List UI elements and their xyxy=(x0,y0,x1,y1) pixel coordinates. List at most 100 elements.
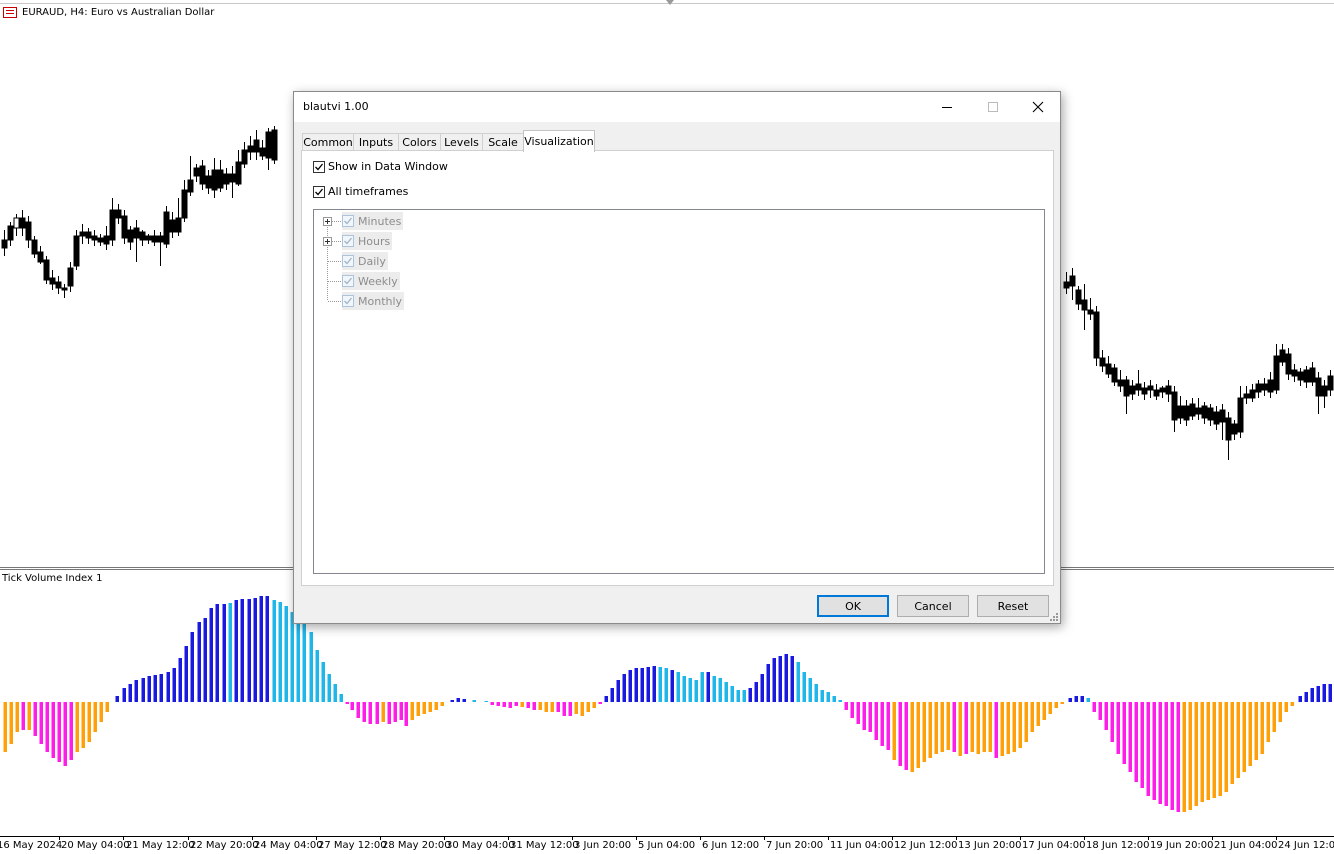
histogram-bar xyxy=(315,650,319,702)
tick-volume-histogram xyxy=(3,596,1332,812)
tree-item-monthly[interactable]: Monthly xyxy=(342,292,405,310)
cancel-button[interactable]: Cancel xyxy=(897,595,969,617)
checkmark-icon xyxy=(344,277,353,285)
histogram-bar xyxy=(1236,702,1240,778)
candle-body xyxy=(1195,407,1202,415)
maximize-button[interactable] xyxy=(970,92,1016,122)
tree-item-hours[interactable]: Hours xyxy=(342,232,393,250)
candle-body xyxy=(1261,383,1268,391)
histogram-bar xyxy=(694,680,698,702)
expand-minutes-icon[interactable] xyxy=(323,217,332,226)
histogram-bar xyxy=(634,668,638,702)
checkbox-box xyxy=(313,185,325,198)
histogram-bar xyxy=(265,596,269,702)
checkbox-box xyxy=(342,255,354,267)
tab-visualization[interactable]: Visualization xyxy=(523,130,595,152)
candle-body xyxy=(235,161,242,185)
candle-body xyxy=(271,129,278,161)
histogram-bar xyxy=(676,672,680,702)
histogram-bar xyxy=(1048,702,1052,714)
histogram-bar xyxy=(580,702,584,716)
histogram-bar xyxy=(766,664,770,702)
candle-body xyxy=(1321,385,1328,397)
candle-body xyxy=(1273,355,1280,391)
histogram-bar xyxy=(1018,702,1022,748)
candle-body xyxy=(1165,385,1172,395)
histogram-bar xyxy=(203,618,207,702)
histogram-bar xyxy=(51,702,55,758)
checkbox-box xyxy=(342,275,354,287)
candle-body xyxy=(1231,423,1238,435)
candle-body xyxy=(121,215,128,239)
histogram-bar xyxy=(1328,684,1332,702)
histogram-bar xyxy=(153,675,157,702)
tree-item-minutes[interactable]: Minutes xyxy=(342,212,404,230)
tab-scale[interactable]: Scale xyxy=(482,133,524,151)
tab-common[interactable]: Common xyxy=(302,133,354,151)
candle-body xyxy=(205,175,212,189)
histogram-bar xyxy=(1170,702,1174,810)
histogram-bar xyxy=(556,702,560,712)
resize-grip-icon[interactable] xyxy=(1048,611,1058,621)
histogram-bar xyxy=(958,702,962,756)
histogram-bar xyxy=(808,678,812,702)
tree-item-daily[interactable]: Daily xyxy=(342,252,388,270)
candle-body xyxy=(1111,367,1118,383)
candle-body xyxy=(1,239,8,249)
close-button[interactable] xyxy=(1015,92,1061,122)
show-in-data-window-label: Show in Data Window xyxy=(328,160,448,173)
time-axis-label: 13 Jun 20:00 xyxy=(958,840,1022,851)
ok-button[interactable]: OK xyxy=(817,595,889,617)
histogram-bar xyxy=(496,702,500,706)
histogram-bar xyxy=(350,702,354,710)
candle-body xyxy=(1213,411,1220,425)
reset-button[interactable]: Reset xyxy=(977,595,1049,617)
candle-body xyxy=(1129,385,1136,395)
histogram-bar xyxy=(904,702,908,770)
candle-body xyxy=(157,235,164,243)
show-in-data-window-checkbox[interactable]: Show in Data Window xyxy=(313,160,448,173)
histogram-bar xyxy=(1188,702,1192,810)
histogram-bar xyxy=(994,702,998,758)
histogram-bar xyxy=(57,702,61,762)
histogram-bar xyxy=(81,702,85,748)
histogram-bar xyxy=(362,702,366,722)
histogram-bar xyxy=(1146,702,1150,796)
chart-title: EURAUD, H4: Euro vs Australian Dollar xyxy=(3,5,214,19)
dialog-titlebar[interactable]: blautvi 1.00 xyxy=(294,92,1060,122)
histogram-bar xyxy=(1006,702,1010,754)
tab-inputs[interactable]: Inputs xyxy=(353,133,399,151)
histogram-bar xyxy=(850,702,854,718)
histogram-bar xyxy=(700,672,704,702)
candle-body xyxy=(85,231,92,239)
tab-levels[interactable]: Levels xyxy=(440,133,483,151)
histogram-bar xyxy=(910,702,914,772)
histogram-bar xyxy=(75,702,79,752)
histogram-bar xyxy=(1024,702,1028,742)
histogram-bar xyxy=(874,702,878,740)
indicator-properties-dialog: blautvi 1.00 Common Inputs Colors Levels… xyxy=(293,91,1061,624)
histogram-bar xyxy=(742,690,746,702)
time-axis-label: 22 May 20:00 xyxy=(190,840,259,851)
all-timeframes-checkbox[interactable]: All timeframes xyxy=(313,185,408,198)
histogram-bar xyxy=(682,676,686,702)
candle-body xyxy=(163,211,170,245)
histogram-bar xyxy=(1054,702,1058,708)
histogram-bar xyxy=(1200,702,1204,802)
candle-body xyxy=(1237,397,1244,433)
expand-hours-icon[interactable] xyxy=(323,237,332,246)
candle-body xyxy=(1093,311,1100,359)
histogram-bar xyxy=(1260,702,1264,754)
histogram-bar xyxy=(1284,702,1288,712)
candle-body xyxy=(103,235,110,245)
histogram-bar xyxy=(27,702,31,730)
histogram-bar xyxy=(309,632,313,702)
timeframes-tree[interactable]: Minutes Hours Daily Weekly Monthly xyxy=(313,209,1045,574)
minimize-button[interactable] xyxy=(924,92,970,122)
histogram-bar xyxy=(33,702,37,736)
tab-colors[interactable]: Colors xyxy=(398,133,441,151)
histogram-bar xyxy=(544,702,548,712)
candle-body xyxy=(175,217,182,233)
candle-body xyxy=(37,251,44,263)
tree-item-weekly[interactable]: Weekly xyxy=(342,272,400,290)
